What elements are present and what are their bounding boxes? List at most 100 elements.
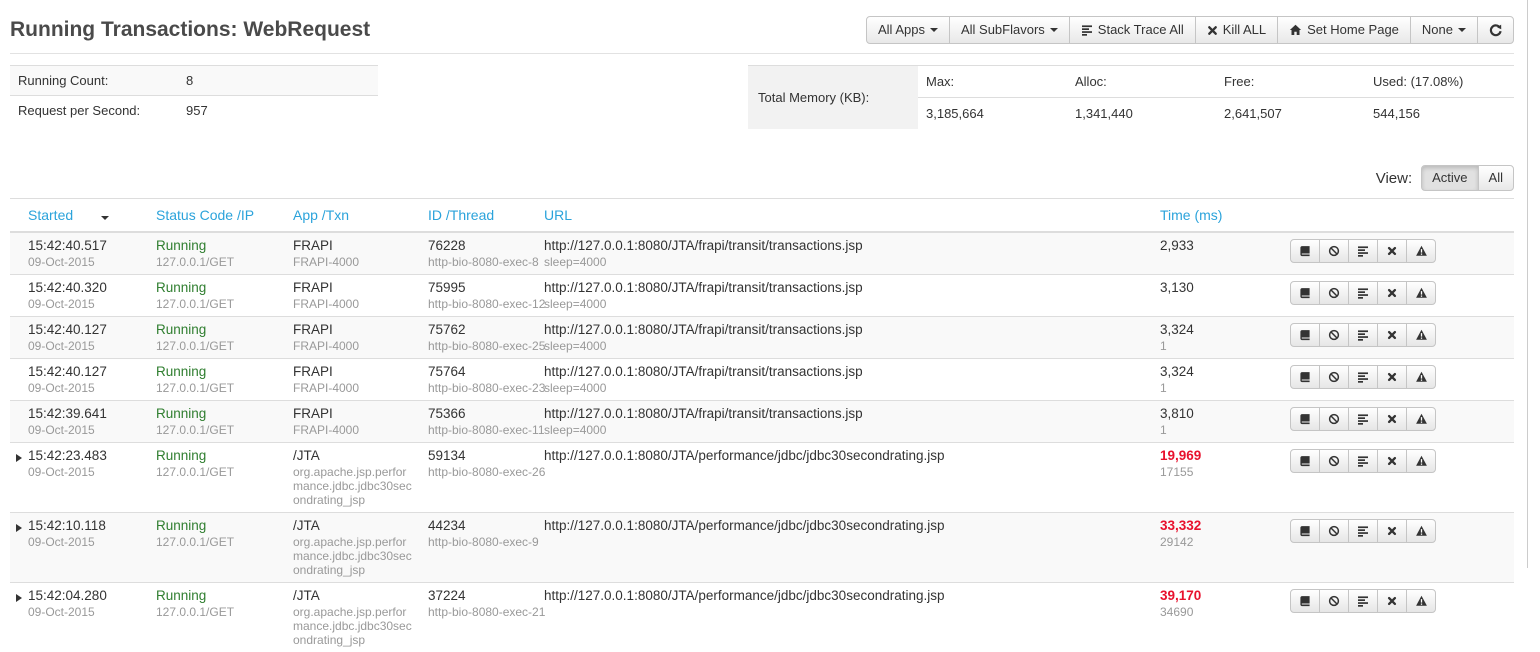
kill-button[interactable] — [1377, 281, 1407, 305]
kill-button[interactable] — [1377, 519, 1407, 543]
request-url: http://127.0.0.1:8080/JTA/frapi/transit/… — [544, 322, 863, 337]
started-date: 09-Oct-2015 — [28, 605, 140, 619]
kill-icon — [1387, 596, 1397, 606]
column-header-app[interactable]: App /Txn — [285, 199, 420, 233]
view-active-button[interactable]: Active — [1421, 165, 1478, 191]
started-date: 09-Oct-2015 — [28, 255, 140, 269]
stack-trace-button[interactable] — [1348, 365, 1378, 389]
book-icon — [1299, 245, 1311, 257]
column-header-id[interactable]: ID /Thread — [420, 199, 536, 233]
running-transactions-page: Running Transactions: WebRequest All App… — [0, 0, 1540, 652]
status-value: Running — [156, 322, 206, 337]
column-header-started[interactable]: Started — [10, 199, 148, 233]
id-cell: 44234 http-bio-8080-exec-9 — [420, 513, 536, 583]
stack-trace-button[interactable] — [1348, 449, 1378, 473]
column-header-time[interactable]: Time (ms) — [1152, 199, 1282, 233]
started-time: 15:42:40.320 — [28, 280, 107, 295]
expand-row-icon[interactable] — [16, 454, 22, 462]
alert-button[interactable] — [1406, 407, 1436, 431]
time-cell: 3,324 1 — [1152, 359, 1282, 401]
refresh-button[interactable] — [1477, 16, 1514, 44]
stack-trace-button[interactable] — [1348, 589, 1378, 613]
alert-button[interactable] — [1406, 323, 1436, 347]
kill-button[interactable] — [1377, 589, 1407, 613]
memory-header-row: Max: Alloc: Free: Used: (17.08%) — [918, 66, 1514, 97]
transaction-id: 75366 — [428, 406, 466, 421]
ban-button[interactable] — [1319, 323, 1349, 347]
ban-button[interactable] — [1319, 407, 1349, 431]
ban-button[interactable] — [1319, 239, 1349, 263]
ban-button[interactable] — [1319, 365, 1349, 389]
ban-button[interactable] — [1319, 449, 1349, 473]
details-button[interactable] — [1290, 589, 1320, 613]
all-subflavors-dropdown[interactable]: All SubFlavors — [949, 16, 1070, 44]
alert-button[interactable] — [1406, 365, 1436, 389]
all-apps-label: All Apps — [878, 22, 925, 38]
kill-button[interactable] — [1377, 365, 1407, 389]
details-button[interactable] — [1290, 407, 1320, 431]
expand-row-icon[interactable] — [16, 524, 22, 532]
request-query: sleep=4000 — [544, 381, 1144, 395]
status-cell: Running 127.0.0.1/GET — [148, 443, 285, 513]
ban-button[interactable] — [1319, 519, 1349, 543]
started-time: 15:42:04.280 — [28, 588, 107, 603]
table-row: 15:42:39.641 09-Oct-2015 Running 127.0.0… — [10, 401, 1514, 443]
stack-trace-button[interactable] — [1348, 323, 1378, 347]
all-apps-dropdown[interactable]: All Apps — [866, 16, 950, 44]
request-stats-table: Running Count: 8 Request per Second: 957 — [10, 65, 378, 129]
kill-all-button[interactable]: Kill ALL — [1195, 16, 1278, 44]
details-button[interactable] — [1290, 281, 1320, 305]
caret-down-icon — [1050, 28, 1058, 32]
alert-button[interactable] — [1406, 519, 1436, 543]
stack-trace-icon — [1357, 595, 1369, 607]
transaction-id: 37224 — [428, 588, 466, 603]
details-button[interactable] — [1290, 323, 1320, 347]
ip-method: 127.0.0.1/GET — [156, 465, 277, 479]
memory-used-value: 544,156 — [1365, 98, 1514, 129]
kill-button[interactable] — [1377, 449, 1407, 473]
started-cell: 15:42:39.641 09-Oct-2015 — [10, 401, 148, 443]
kill-button[interactable] — [1377, 239, 1407, 263]
txn-name: FRAPI-4000 — [293, 339, 412, 353]
stats-section: Running Count: 8 Request per Second: 957… — [10, 65, 1514, 129]
column-header-actions — [1282, 199, 1514, 233]
kill-button[interactable] — [1377, 407, 1407, 431]
details-button[interactable] — [1290, 365, 1320, 389]
ban-icon — [1328, 525, 1340, 537]
alert-button[interactable] — [1406, 589, 1436, 613]
set-home-page-label: Set Home Page — [1307, 22, 1399, 38]
set-home-page-button[interactable]: Set Home Page — [1277, 16, 1411, 44]
ip-method: 127.0.0.1/GET — [156, 297, 277, 311]
ban-button[interactable] — [1319, 589, 1349, 613]
stack-trace-button[interactable] — [1348, 519, 1378, 543]
refresh-mode-dropdown[interactable]: None — [1410, 16, 1478, 44]
thread-name: http-bio-8080-exec-11 — [428, 423, 536, 437]
details-button[interactable] — [1290, 519, 1320, 543]
stack-trace-all-button[interactable]: Stack Trace All — [1069, 16, 1196, 44]
alert-button[interactable] — [1406, 281, 1436, 305]
details-button[interactable] — [1290, 239, 1320, 263]
table-row: 15:42:23.483 09-Oct-2015 Running 127.0.0… — [10, 443, 1514, 513]
alert-button[interactable] — [1406, 239, 1436, 263]
book-icon — [1299, 371, 1311, 383]
memory-max-header: Max: — [918, 66, 1067, 97]
status-cell: Running 127.0.0.1/GET — [148, 275, 285, 317]
expand-row-icon[interactable] — [16, 594, 22, 602]
alert-button[interactable] — [1406, 449, 1436, 473]
app-cell: /JTA org.apache.jsp.performance.jdbc.jdb… — [285, 443, 420, 513]
scrollbar[interactable] — [1527, 0, 1540, 568]
stack-trace-icon — [1357, 371, 1369, 383]
details-button[interactable] — [1290, 449, 1320, 473]
stack-trace-button[interactable] — [1348, 239, 1378, 263]
column-header-status[interactable]: Status Code /IP — [148, 199, 285, 233]
time-sub-value: 34690 — [1160, 605, 1274, 619]
view-all-button[interactable]: All — [1478, 165, 1514, 191]
stack-trace-button[interactable] — [1348, 281, 1378, 305]
stack-trace-button[interactable] — [1348, 407, 1378, 431]
stack-trace-icon — [1357, 525, 1369, 537]
column-header-url[interactable]: URL — [536, 199, 1152, 233]
kill-button[interactable] — [1377, 323, 1407, 347]
ban-button[interactable] — [1319, 281, 1349, 305]
status-value: Running — [156, 238, 206, 253]
txn-name: org.apache.jsp.performance.jdbc.jdbc30se… — [293, 465, 412, 507]
